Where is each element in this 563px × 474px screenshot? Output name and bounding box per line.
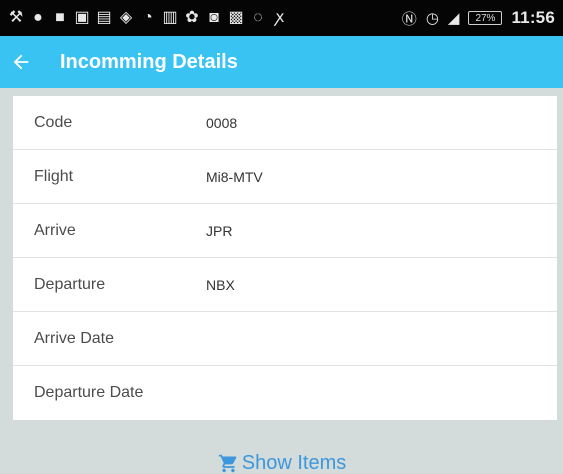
battery-indicator: 27% bbox=[468, 11, 503, 25]
settings-icon: ✿ bbox=[185, 9, 199, 26]
departure-value: NBX bbox=[206, 276, 235, 293]
departure-label: Departure bbox=[34, 275, 106, 293]
page-title: Incomming Details bbox=[60, 50, 238, 73]
arrive-label: Arrive bbox=[34, 221, 76, 239]
system-status: Ⓝ ◷ ◢ 27% 11:56 bbox=[402, 8, 555, 29]
clock-icon: ◔ bbox=[143, 9, 153, 26]
detail-row-flight: Flight Mi8-MTV bbox=[13, 150, 557, 204]
network-icon: ꭗ bbox=[275, 9, 285, 26]
detail-row-departure: Departure NBX bbox=[13, 258, 557, 312]
whatsapp-icon: ◌ bbox=[253, 9, 263, 26]
mail-icon: ▤ bbox=[96, 9, 112, 26]
code-value: 0008 bbox=[206, 114, 238, 131]
departure-date-label: Departure Date bbox=[34, 384, 144, 401]
details-card: Code 0008 Flight Mi8-MTV Arrive JPR Depa… bbox=[13, 96, 557, 420]
code-label: Code bbox=[34, 113, 73, 131]
message-icon: ■ bbox=[55, 9, 65, 26]
signal-icon: ◢ bbox=[447, 10, 460, 27]
notification-icons: ⚒ ● ■ ▣ ▤ ◈ ◔ ▥ ✿ ◙ ▩ ◌ ꭗ bbox=[8, 10, 288, 26]
app-icon: ◙ bbox=[209, 9, 219, 26]
detail-row-arrive-date: Arrive Date bbox=[13, 312, 557, 366]
back-arrow-icon[interactable] bbox=[10, 51, 32, 73]
calendar-icon: ▣ bbox=[74, 9, 90, 26]
show-items-button[interactable]: Show Items bbox=[0, 452, 563, 474]
flight-label: Flight bbox=[34, 167, 74, 185]
photo-icon: ▩ bbox=[228, 9, 244, 26]
detail-row-departure-date: Departure Date bbox=[13, 366, 557, 420]
detail-row-code: Code 0008 bbox=[13, 96, 557, 150]
show-items-label: Show Items bbox=[241, 452, 347, 474]
document-icon: ▥ bbox=[162, 9, 178, 26]
arrive-value: JPR bbox=[206, 222, 233, 239]
gallery-icon: ◈ bbox=[119, 9, 133, 26]
wrench-icon: ⚒ bbox=[8, 9, 24, 26]
flight-value: Mi8-MTV bbox=[206, 168, 263, 185]
alarm-icon: ◷ bbox=[425, 10, 439, 27]
cart-icon bbox=[218, 454, 237, 472]
nfc-icon: Ⓝ bbox=[401, 10, 417, 28]
arrive-date-label: Arrive Date bbox=[34, 329, 115, 347]
detail-row-arrive: Arrive JPR bbox=[13, 204, 557, 258]
chat-icon: ● bbox=[33, 9, 43, 26]
status-time: 11:56 bbox=[511, 8, 555, 27]
status-bar: ⚒ ● ■ ▣ ▤ ◈ ◔ ▥ ✿ ◙ ▩ ◌ ꭗ Ⓝ ◷ ◢ 27% 11:5… bbox=[0, 0, 563, 36]
app-bar: Incomming Details bbox=[0, 36, 563, 88]
